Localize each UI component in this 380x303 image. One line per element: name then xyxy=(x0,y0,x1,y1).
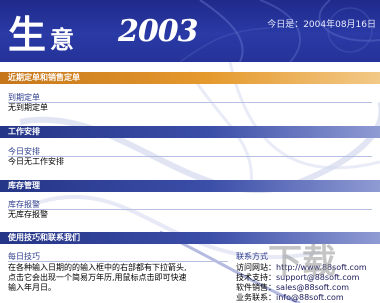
logo-character: 生 xyxy=(8,12,47,57)
contact-label: 软件销售： xyxy=(236,283,276,292)
orders-divider xyxy=(8,102,372,103)
today-date: 今日是：2004年08月16日 xyxy=(267,20,376,30)
tips-line: 点击它会出现一个简易万年历,用鼠标点击即可快速 xyxy=(8,273,187,282)
section-header-inventory: 库存管理 xyxy=(0,180,380,192)
contact-row-sales: 软件销售：sales@88soft.com xyxy=(236,283,367,293)
logo-name: 意通 xyxy=(50,25,76,62)
contact-row-business: 业务联系：info@88soft.com xyxy=(236,293,367,303)
app-header: 生 意通 2003 今日是：2004年08月16日 xyxy=(0,0,380,62)
watermark-logo: 下载 xyxy=(268,242,336,282)
contact-label: 业务联系： xyxy=(236,293,276,302)
work-status: 今日无工作安排 xyxy=(8,157,64,166)
logo-year: 2003 xyxy=(118,14,198,49)
business-email-link[interactable]: info@88soft.com xyxy=(276,293,344,302)
sales-email-link[interactable]: sales@88soft.com xyxy=(276,283,349,292)
inventory-divider xyxy=(8,209,372,210)
contact-heading: 联系方式 xyxy=(236,252,268,261)
section-header-work: 工作安排 xyxy=(0,126,380,138)
orders-status: 无到期定单 xyxy=(8,103,48,112)
tips-line: 在各种输入日期的的输入框中的右部都有下拉箭头, xyxy=(8,263,187,272)
tips-line: 输入年月日。 xyxy=(8,283,56,292)
inventory-status: 无库存报警 xyxy=(8,210,48,219)
tips-divider xyxy=(8,261,228,262)
tips-text: 在各种输入日期的的输入框中的右部都有下拉箭头, 点击它会出现一个简易万年历,用鼠… xyxy=(8,263,187,293)
section-header-orders: 近期定单和销售定单 xyxy=(0,72,380,84)
